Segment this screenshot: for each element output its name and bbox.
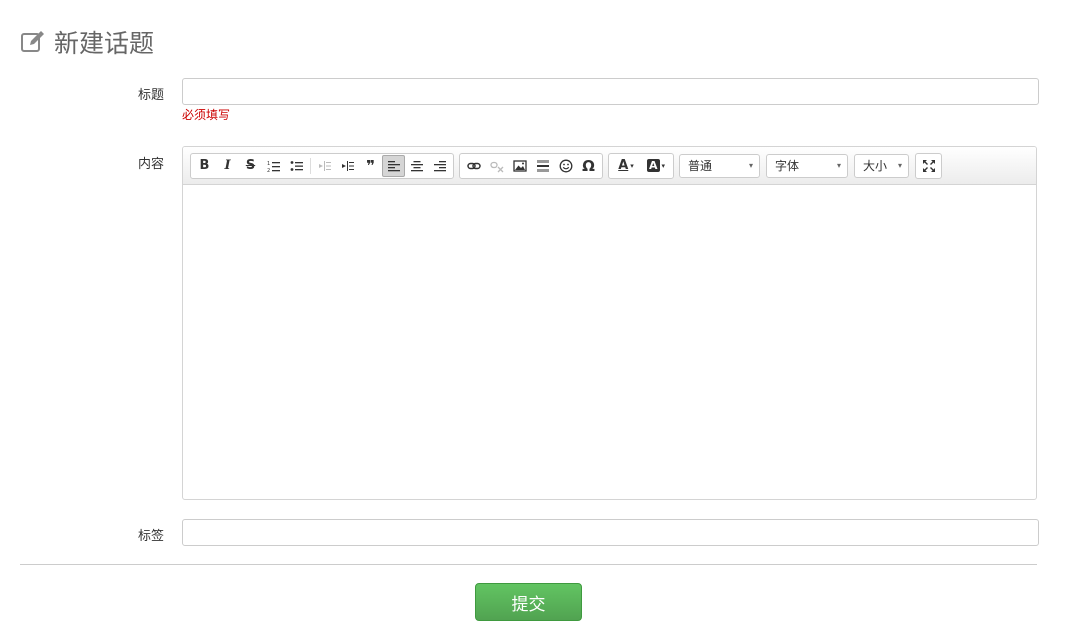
chevron-down-icon: ▾ <box>748 161 753 170</box>
form-divider <box>20 564 1037 565</box>
italic-button[interactable]: I <box>216 155 239 177</box>
chevron-down-icon: ▾ <box>897 161 902 170</box>
align-left-icon <box>387 160 400 171</box>
ordered-list-icon: 12 <box>267 161 280 173</box>
outdent-icon <box>318 160 331 171</box>
content-label: 内容 <box>137 157 164 172</box>
align-left-button[interactable] <box>382 154 405 177</box>
format-select-value: 普通 <box>688 159 713 173</box>
emoji-button[interactable] <box>554 155 577 177</box>
font-size-select[interactable]: 大小 ▾ <box>854 153 909 178</box>
tags-label: 标签 <box>137 529 164 544</box>
svg-text:1: 1 <box>267 161 270 167</box>
link-icon <box>466 162 481 169</box>
toolbar-group-insert: Ω <box>459 152 603 179</box>
horizontal-rule-icon <box>536 159 549 172</box>
font-family-select[interactable]: 字体 ▾ <box>766 153 848 178</box>
unordered-list-icon <box>290 160 303 171</box>
quote-glyph: ❞ <box>366 156 375 175</box>
image-button[interactable] <box>508 155 531 177</box>
special-char-button[interactable]: Ω <box>577 155 600 177</box>
omega-glyph: Ω <box>582 156 595 175</box>
editor-content-area[interactable] <box>183 185 1036 499</box>
strikethrough-button[interactable]: S <box>239 155 262 177</box>
page-title-text: 新建话题 <box>54 29 155 58</box>
title-required-hint: 必须填写 <box>182 108 231 122</box>
smiley-icon <box>559 159 572 172</box>
chevron-down-icon: ▾ <box>836 161 841 170</box>
fullscreen-icon <box>922 159 935 172</box>
ordered-list-button[interactable]: 12 <box>262 155 285 177</box>
italic-glyph: I <box>224 158 231 173</box>
chevron-down-icon: ▾ <box>630 161 634 170</box>
indent-icon <box>341 160 354 171</box>
font-color-button[interactable]: A ▾ <box>611 155 641 177</box>
link-button[interactable] <box>462 155 485 177</box>
background-color-button[interactable]: A ▾ <box>641 155 671 177</box>
align-center-button[interactable] <box>405 155 428 177</box>
rich-text-editor: B I S 12 ❞ Ω A ▾ A ▾ 普通 ▾ 字体 ▾ 大小 ▾ <box>182 146 1037 500</box>
align-right-button[interactable] <box>428 155 451 177</box>
toolbar-group-fullscreen <box>915 152 942 179</box>
page-title: 新建话题 <box>20 24 154 60</box>
chevron-down-icon: ▾ <box>661 161 666 170</box>
unordered-list-button[interactable] <box>285 155 308 177</box>
unlink-button[interactable] <box>485 155 508 177</box>
fullscreen-button[interactable] <box>916 155 941 177</box>
tags-input[interactable] <box>182 519 1039 546</box>
editor-toolbar: B I S 12 ❞ Ω A ▾ A ▾ 普通 ▾ 字体 ▾ 大小 ▾ <box>183 147 1036 185</box>
edit-icon <box>21 31 44 52</box>
outdent-button[interactable] <box>313 155 336 177</box>
blockquote-button[interactable]: ❞ <box>359 155 382 177</box>
strike-glyph: S <box>245 158 256 173</box>
title-input[interactable] <box>182 78 1039 105</box>
font-size-select-value: 大小 <box>863 159 888 173</box>
toolbar-group-color: A ▾ A ▾ <box>608 152 674 179</box>
toolbar-group-format: B I S 12 ❞ <box>190 152 454 179</box>
submit-button[interactable]: 提交 <box>475 583 582 621</box>
horizontal-rule-button[interactable] <box>531 155 554 177</box>
font-family-select-value: 字体 <box>775 159 800 173</box>
toolbar-separator <box>310 157 311 174</box>
unlink-icon <box>489 161 503 172</box>
format-select[interactable]: 普通 ▾ <box>679 153 760 178</box>
bg-color-glyph: A <box>646 159 660 172</box>
bold-glyph: B <box>199 158 210 173</box>
align-right-icon <box>433 160 446 171</box>
font-color-glyph: A <box>618 158 629 173</box>
align-center-icon <box>410 160 423 171</box>
image-icon <box>512 159 527 172</box>
bold-button[interactable]: B <box>193 155 216 177</box>
title-label: 标题 <box>137 88 164 103</box>
svg-text:2: 2 <box>267 168 270 173</box>
indent-button[interactable] <box>336 155 359 177</box>
